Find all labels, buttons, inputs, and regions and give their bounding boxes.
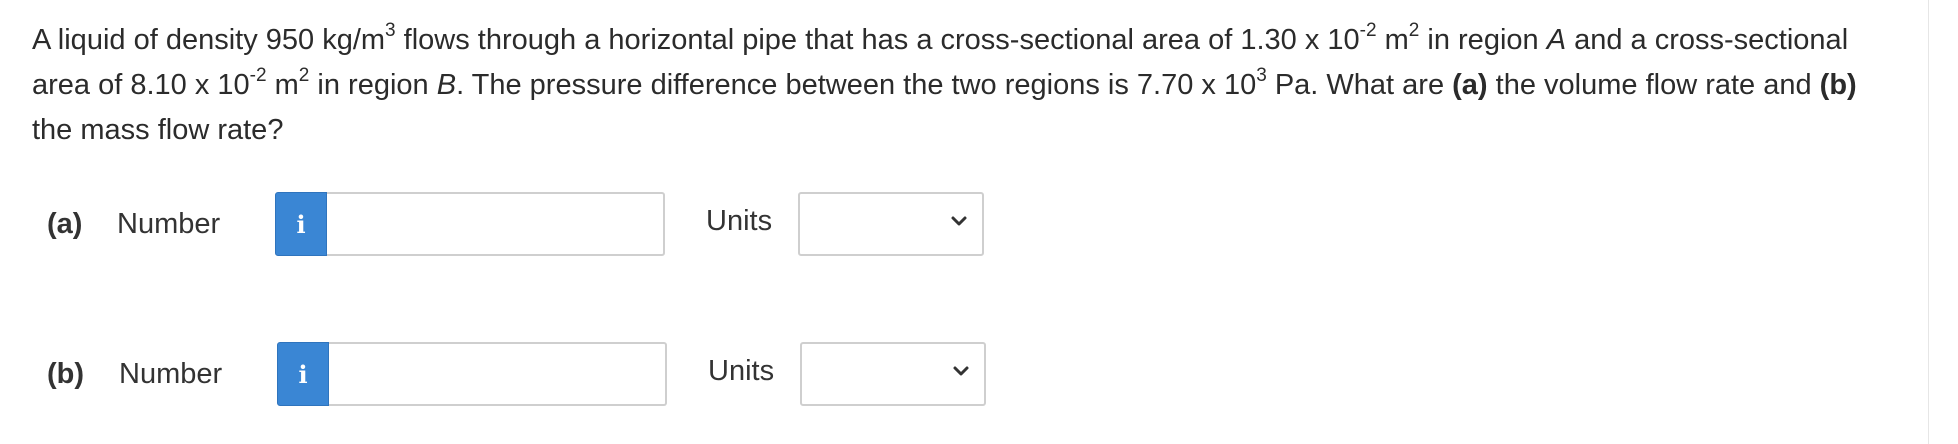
page-divider	[1928, 0, 1929, 444]
chevron-down-icon	[951, 216, 967, 226]
chevron-down-icon	[953, 366, 969, 376]
units-select-a[interactable]	[798, 192, 984, 256]
number-input-a[interactable]	[327, 192, 665, 256]
part-label: (b)	[47, 358, 85, 390]
units-select-b[interactable]	[800, 342, 986, 406]
number-input-b[interactable]	[329, 342, 667, 406]
number-label: Number	[117, 208, 221, 240]
units-label: Units	[708, 355, 775, 387]
units-label: Units	[706, 205, 773, 237]
number-label: Number	[119, 358, 223, 390]
answer-row-a: (a) Number i Units	[0, 190, 1000, 260]
info-icon: i	[296, 209, 306, 239]
info-button[interactable]: i	[277, 342, 329, 406]
info-icon: i	[298, 359, 308, 389]
part-label: (a)	[47, 208, 83, 240]
answer-row-b: (b) Number i Units	[0, 340, 1000, 410]
info-button[interactable]: i	[275, 192, 327, 256]
question-text: A liquid of density 950 kg/m3 flows thro…	[32, 20, 1857, 146]
